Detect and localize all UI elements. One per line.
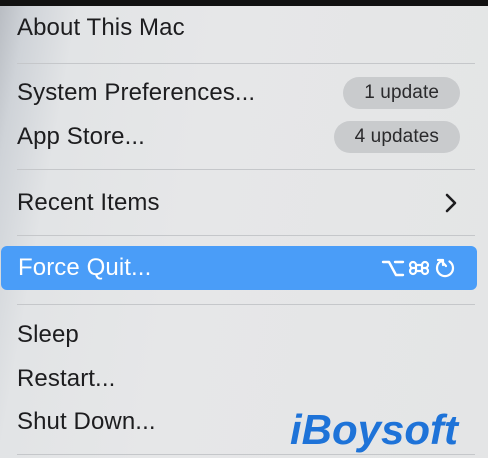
chevron-right-icon xyxy=(445,193,457,213)
system-preferences-label: System Preferences... xyxy=(17,79,256,106)
escape-key-icon xyxy=(435,258,455,278)
force-quit-shortcut xyxy=(381,257,457,279)
update-badge: 4 updates xyxy=(333,121,460,153)
command-key-icon xyxy=(408,260,430,276)
force-quit-label: Force Quit... xyxy=(18,254,152,281)
about-this-mac-item[interactable]: About This Mac xyxy=(0,6,478,50)
iboysoft-watermark-logo: iBoysoft xyxy=(290,406,460,453)
option-key-icon xyxy=(381,260,405,277)
apple-menu: About This Mac System Preferences... 1 u… xyxy=(0,6,488,458)
recent-items-label: Recent Items xyxy=(17,189,160,216)
menu-separator xyxy=(17,63,475,64)
update-badge: 1 update xyxy=(343,77,460,109)
app-store-item[interactable]: App Store... 4 updates xyxy=(0,115,478,159)
svg-text:iBoysoft: iBoysoft xyxy=(290,406,460,453)
sleep-item[interactable]: Sleep xyxy=(0,313,478,357)
app-store-label: App Store... xyxy=(17,123,145,150)
sleep-label: Sleep xyxy=(17,321,79,348)
force-quit-item[interactable]: Force Quit... xyxy=(1,246,477,290)
restart-label: Restart... xyxy=(17,365,116,392)
recent-items-item[interactable]: Recent Items xyxy=(0,181,478,225)
menu-separator xyxy=(17,304,475,305)
about-this-mac-label: About This Mac xyxy=(17,14,185,41)
menu-separator xyxy=(17,235,475,236)
system-preferences-item[interactable]: System Preferences... 1 update xyxy=(0,71,478,115)
restart-item[interactable]: Restart... xyxy=(0,357,478,401)
menu-separator xyxy=(17,169,475,170)
